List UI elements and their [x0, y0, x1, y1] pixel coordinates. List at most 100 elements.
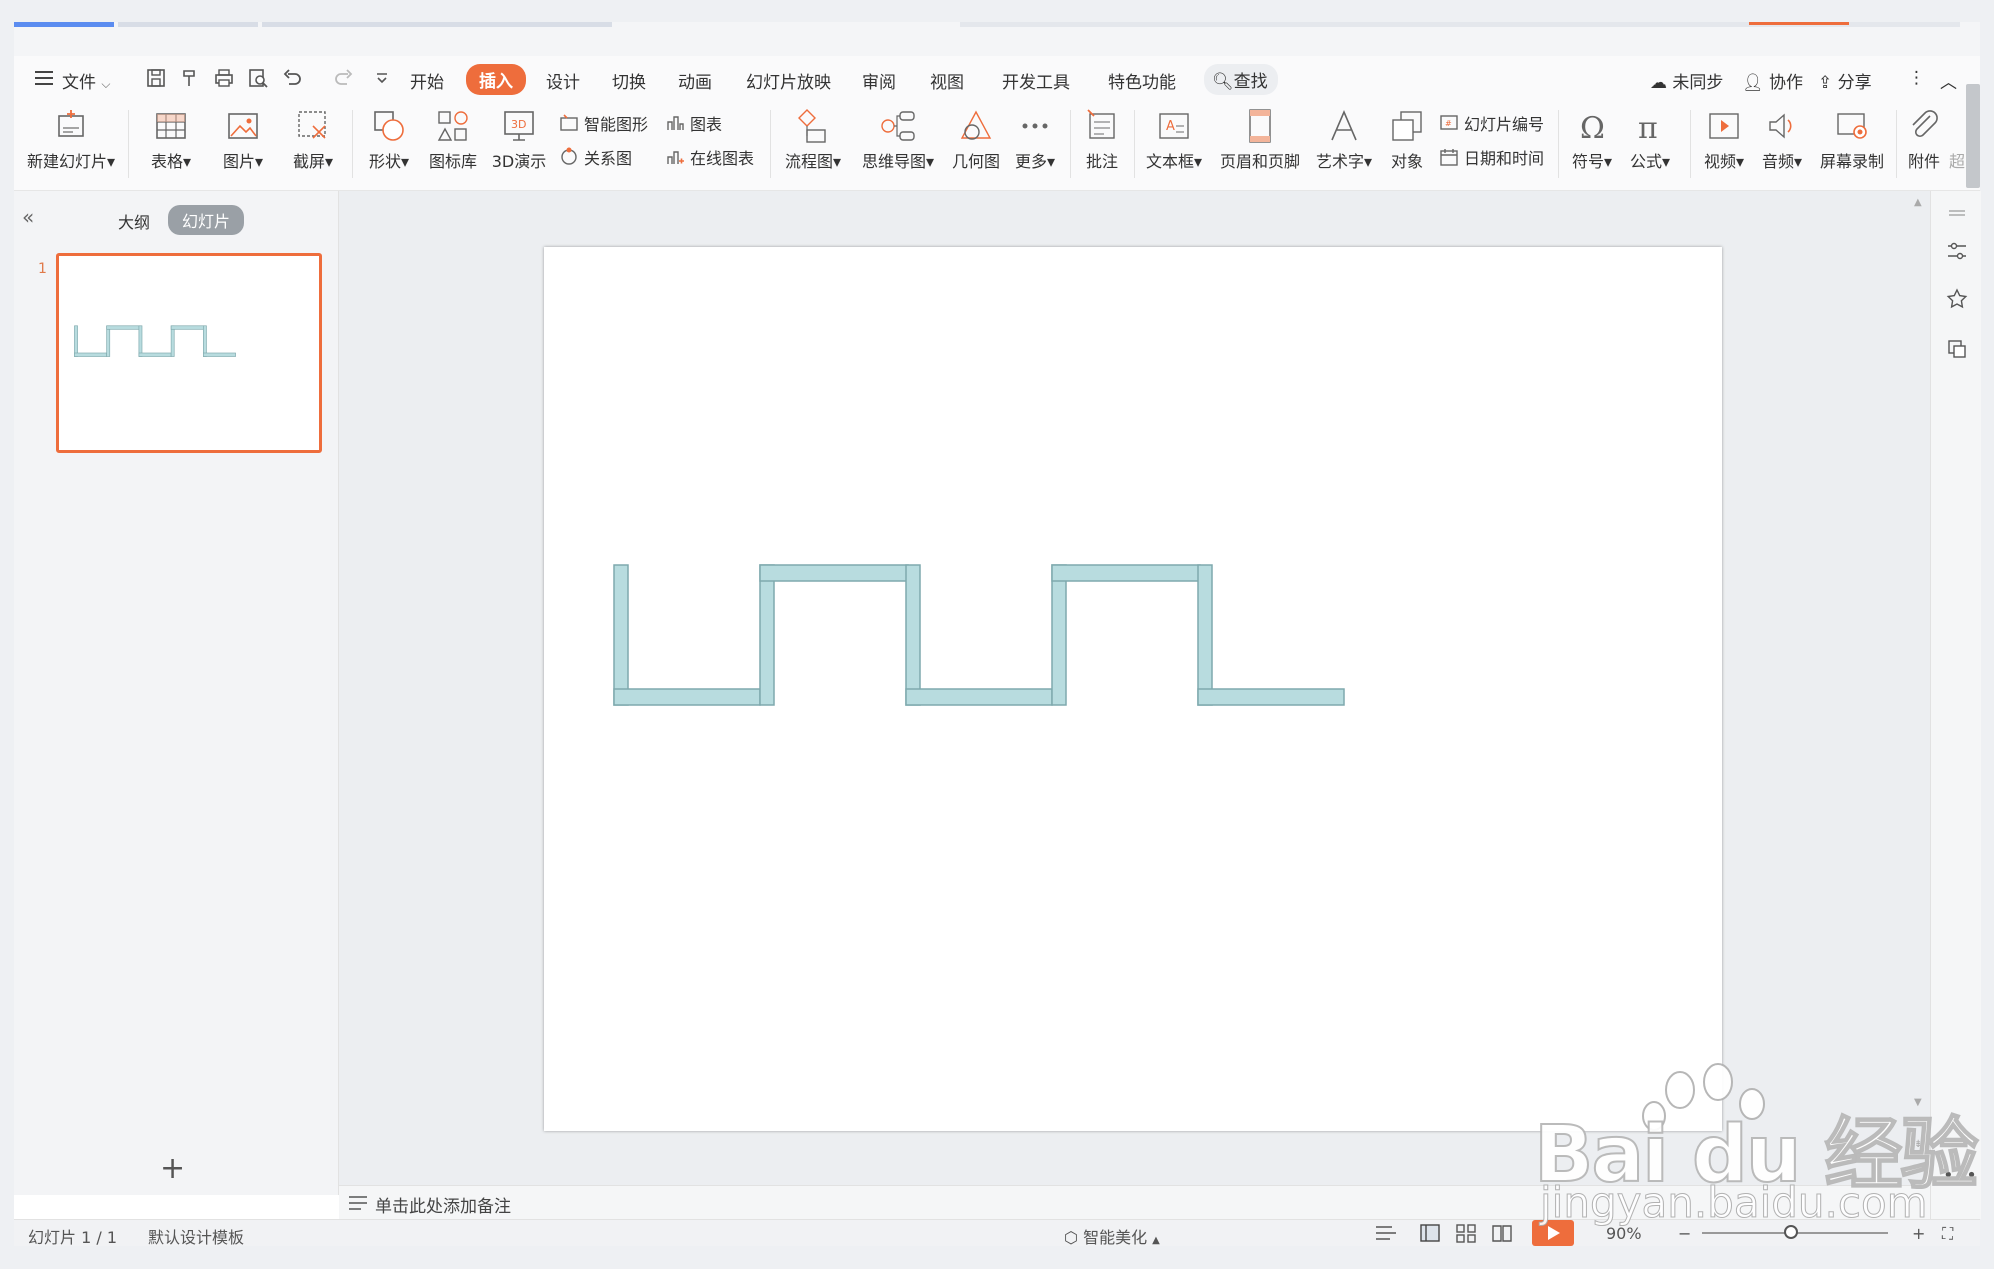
tab-slideshow[interactable]: 幻灯片放映 — [746, 68, 831, 93]
online-chart-icon — [664, 146, 686, 168]
geometry-button[interactable]: 几何图 — [948, 106, 1004, 172]
video-button[interactable]: 视频▾ — [1698, 106, 1750, 172]
properties-icon[interactable] — [1945, 239, 1969, 263]
vertical-scrollbar[interactable]: ▲ ▼ ⇞ ⇟ — [1910, 197, 1928, 1157]
shape-button[interactable]: 形状▾ — [360, 106, 418, 172]
tab-developer[interactable]: 开发工具 — [1002, 68, 1070, 93]
search-box[interactable]: 🔍︎查找 — [1204, 64, 1278, 95]
slide-canvas[interactable] — [544, 247, 1722, 1131]
3d-demo-button[interactable]: 3D 3D演示 — [488, 106, 550, 172]
redo-icon[interactable] — [332, 66, 356, 90]
tab-animations[interactable]: 动画 — [678, 68, 712, 93]
object-button[interactable]: 对象 — [1384, 106, 1430, 172]
icon-library-icon — [433, 106, 473, 146]
notes-icon — [347, 1194, 369, 1212]
tab-review[interactable]: 审阅 — [862, 68, 896, 93]
slide-number-button[interactable]: # 幻灯片编号 — [1438, 110, 1544, 136]
tab-home[interactable]: 开始 — [410, 68, 444, 93]
wave-segment — [905, 688, 1053, 706]
header-footer-button[interactable]: 页眉和页脚 — [1216, 106, 1304, 172]
wave-segment — [905, 564, 921, 706]
ribbon-scrollbar[interactable] — [1966, 84, 1980, 188]
tab-slides[interactable]: 幻灯片 — [168, 205, 245, 235]
wave-segment — [170, 325, 205, 330]
more-menu-icon[interactable]: ⋮ — [1908, 68, 1925, 88]
new-slide-button[interactable]: 新建幻灯片▾ — [26, 106, 116, 172]
relation-chart-button[interactable]: 关系图 — [558, 144, 632, 170]
tab-special-features[interactable]: 特色功能 — [1108, 68, 1176, 93]
symbol-button[interactable]: Ω 符号▾ — [1566, 106, 1618, 172]
reading-view-icon[interactable] — [1490, 1222, 1514, 1244]
wordart-button[interactable]: 艺术字▾ — [1312, 106, 1376, 172]
thumbnail-shape — [74, 325, 236, 357]
ribbon-separator — [1896, 110, 1897, 178]
print-preview-icon[interactable] — [246, 66, 270, 90]
more-button[interactable]: 更多▾ — [1010, 106, 1060, 172]
print-icon[interactable] — [212, 66, 236, 90]
tab-transitions[interactable]: 切换 — [612, 68, 646, 93]
format-painter-icon[interactable] — [178, 66, 202, 90]
slide-number-icon: # — [1438, 112, 1460, 134]
hyperlink-button-partial[interactable]: 超 — [1948, 106, 1966, 172]
attachment-button[interactable]: 附件 — [1902, 106, 1946, 172]
formula-button[interactable]: π 公式▾ — [1624, 106, 1676, 172]
mindmap-button[interactable]: 思维导图▾ — [856, 106, 940, 172]
chart-button[interactable]: 图表 — [664, 110, 722, 136]
ribbon-separator — [1690, 110, 1691, 178]
wave-segment — [759, 564, 909, 582]
document-tab[interactable] — [118, 22, 258, 27]
tab-view[interactable]: 视图 — [930, 68, 964, 93]
tab-outline[interactable]: 大纲 — [118, 209, 150, 233]
sync-status[interactable]: ☁ 未同步 — [1650, 68, 1723, 93]
scroll-up-icon[interactable]: ▲ — [1914, 197, 1922, 208]
online-chart-button[interactable]: 在线图表 — [664, 144, 754, 170]
more-dots-icon — [1015, 106, 1055, 146]
wave-segment — [138, 325, 143, 357]
notes-placeholder[interactable]: 单击此处添加备注 — [375, 1192, 511, 1217]
normal-view-icon[interactable] — [1418, 1222, 1442, 1244]
3d-demo-icon: 3D — [499, 106, 539, 146]
login-indicator[interactable] — [1749, 22, 1849, 25]
selection-pane-icon[interactable] — [1945, 337, 1969, 361]
undo-icon[interactable] — [280, 66, 304, 90]
notes-toggle-icon[interactable] — [1374, 1222, 1398, 1244]
slide-sorter-icon[interactable] — [1454, 1222, 1478, 1244]
ribbon-separator — [128, 110, 129, 178]
tab-design[interactable]: 设计 — [546, 68, 580, 93]
file-menu[interactable]: 文件 ⌵ — [62, 68, 111, 93]
caret-up-icon: ▲ — [1152, 1235, 1160, 1246]
collaborate-button[interactable]: 👤︎ 协作 — [1742, 68, 1803, 93]
ribbon-separator — [1134, 110, 1135, 178]
customize-quick-access-icon[interactable] — [370, 66, 394, 90]
add-slide-button[interactable]: + — [160, 1151, 185, 1186]
hamburger-menu-icon[interactable] — [32, 66, 56, 90]
smart-beautify-button[interactable]: ⬡ 智能美化 ▲ — [1064, 1224, 1160, 1248]
date-time-button[interactable]: 日期和时间 — [1438, 144, 1544, 170]
document-tab-active[interactable] — [14, 22, 114, 27]
template-name[interactable]: 默认设计模板 — [148, 1224, 244, 1248]
comment-button[interactable]: 批注 — [1078, 106, 1126, 172]
screenshot-button[interactable]: 截屏▾ — [284, 106, 342, 172]
icon-library-button[interactable]: 图标库 — [424, 106, 482, 172]
smart-graphic-button[interactable]: 智能图形 — [558, 110, 648, 136]
slide-thumbnail[interactable] — [56, 253, 322, 453]
table-button[interactable]: 表格▾ — [142, 106, 200, 172]
wave-segment — [1051, 564, 1067, 706]
collapse-panel-icon[interactable]: « — [22, 205, 34, 229]
flowchart-button[interactable]: 流程图▾ — [780, 106, 846, 172]
square-wave-shape[interactable] — [544, 247, 1722, 1131]
document-tab[interactable] — [262, 22, 612, 27]
picture-button[interactable]: 图片▾ — [214, 106, 272, 172]
share-button[interactable]: ⇪ 分享 — [1818, 68, 1872, 93]
rail-collapse-icon[interactable] — [1945, 201, 1969, 225]
wave-segment — [613, 688, 761, 706]
calendar-icon — [1438, 146, 1460, 168]
screen-record-button[interactable]: 屏幕录制 — [1814, 106, 1890, 172]
omega-icon: Ω — [1572, 106, 1612, 146]
star-icon[interactable] — [1945, 287, 1969, 311]
tab-insert[interactable]: 插入 — [466, 64, 526, 95]
save-icon[interactable] — [144, 66, 168, 90]
audio-button[interactable]: 音频▾ — [1756, 106, 1808, 172]
collapse-ribbon-icon[interactable]: ︿ — [1940, 68, 1957, 93]
textbox-button[interactable]: A 文本框▾ — [1142, 106, 1206, 172]
